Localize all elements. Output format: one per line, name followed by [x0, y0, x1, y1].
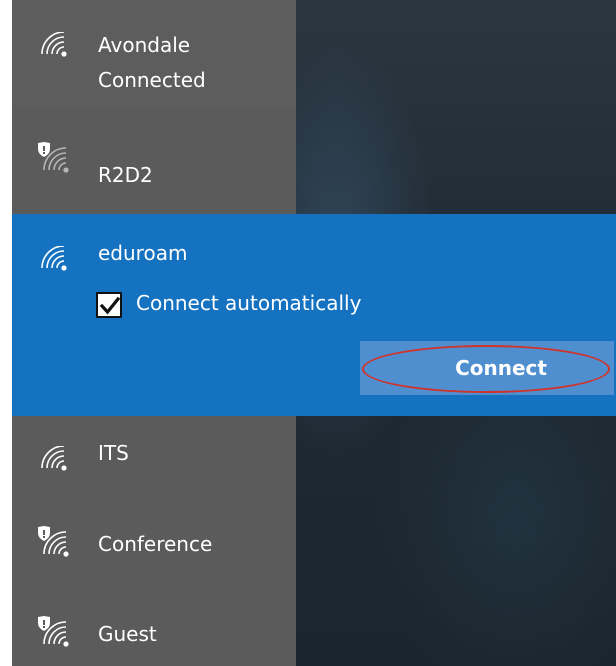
network-name: ITS [98, 441, 129, 465]
secured-wifi-icon [38, 142, 69, 173]
checkmark-icon [99, 296, 121, 315]
network-item-its[interactable]: ITS [12, 416, 296, 504]
secured-wifi-icon [38, 616, 69, 647]
connect-automatically-checkbox[interactable] [96, 292, 122, 318]
network-name: Guest [98, 622, 157, 646]
network-name: Conference [98, 532, 213, 556]
network-status: Connected [98, 68, 206, 92]
network-name: eduroam [98, 241, 188, 265]
wifi-signal-icon [41, 32, 67, 57]
network-name: Avondale [98, 33, 191, 57]
connect-button-label: Connect [455, 356, 547, 380]
wifi-network-list: Avondale Connected R2D2 eduroam Connect … [12, 0, 616, 666]
network-name: R2D2 [98, 163, 153, 187]
network-item-conference[interactable]: Conference [12, 504, 296, 590]
network-item-r2d2[interactable]: R2D2 [12, 108, 296, 214]
network-item-guest[interactable]: Guest [12, 590, 296, 666]
wifi-signal-icon [41, 246, 67, 271]
connect-automatically-label: Connect automatically [136, 291, 362, 315]
network-item-avondale[interactable]: Avondale Connected [12, 0, 296, 108]
connect-button[interactable]: Connect [360, 341, 614, 395]
wifi-flyout-screenshot: Avondale Connected R2D2 eduroam Connect … [0, 0, 616, 666]
network-item-eduroam-selected[interactable]: eduroam Connect automatically Connect [12, 214, 616, 416]
secured-wifi-icon [38, 526, 69, 557]
wifi-signal-icon [41, 446, 67, 471]
